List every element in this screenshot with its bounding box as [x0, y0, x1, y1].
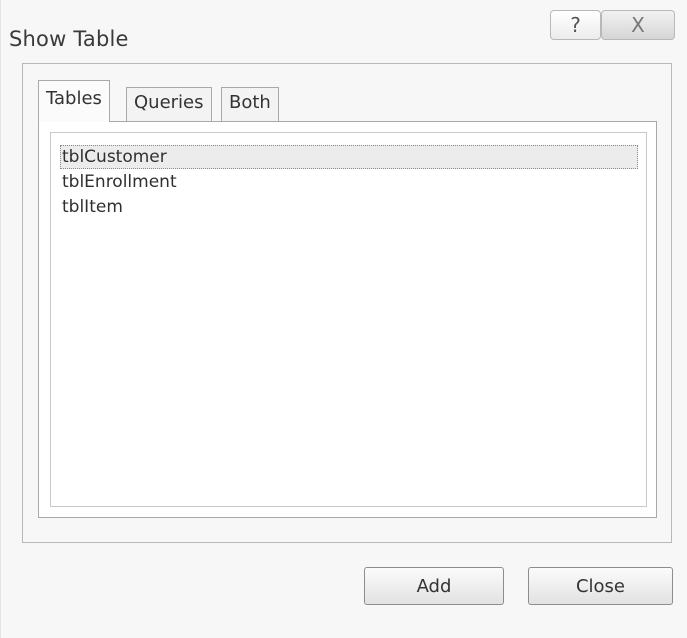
help-button[interactable]: ? — [550, 10, 601, 40]
dialog-title: Show Table — [9, 27, 129, 51]
question-mark-icon: ? — [570, 13, 581, 37]
tab-tables[interactable]: Tables — [38, 80, 110, 122]
show-table-dialog: Show Table ? X Tables Queries Both tblCu… — [0, 0, 687, 638]
close-button[interactable]: Close — [528, 567, 673, 605]
list-item-tblcustomer[interactable]: tblCustomer — [60, 145, 638, 169]
list-item-tblitem[interactable]: tblItem — [62, 195, 123, 219]
title-close-button[interactable]: X — [601, 10, 675, 40]
list-item-tblenrollment[interactable]: tblEnrollment — [62, 170, 177, 194]
close-icon: X — [631, 13, 645, 37]
tab-both[interactable]: Both — [221, 87, 279, 121]
add-button[interactable]: Add — [364, 567, 504, 605]
tab-queries[interactable]: Queries — [126, 87, 212, 121]
table-list[interactable]: tblCustomer tblEnrollment tblItem — [50, 132, 647, 507]
